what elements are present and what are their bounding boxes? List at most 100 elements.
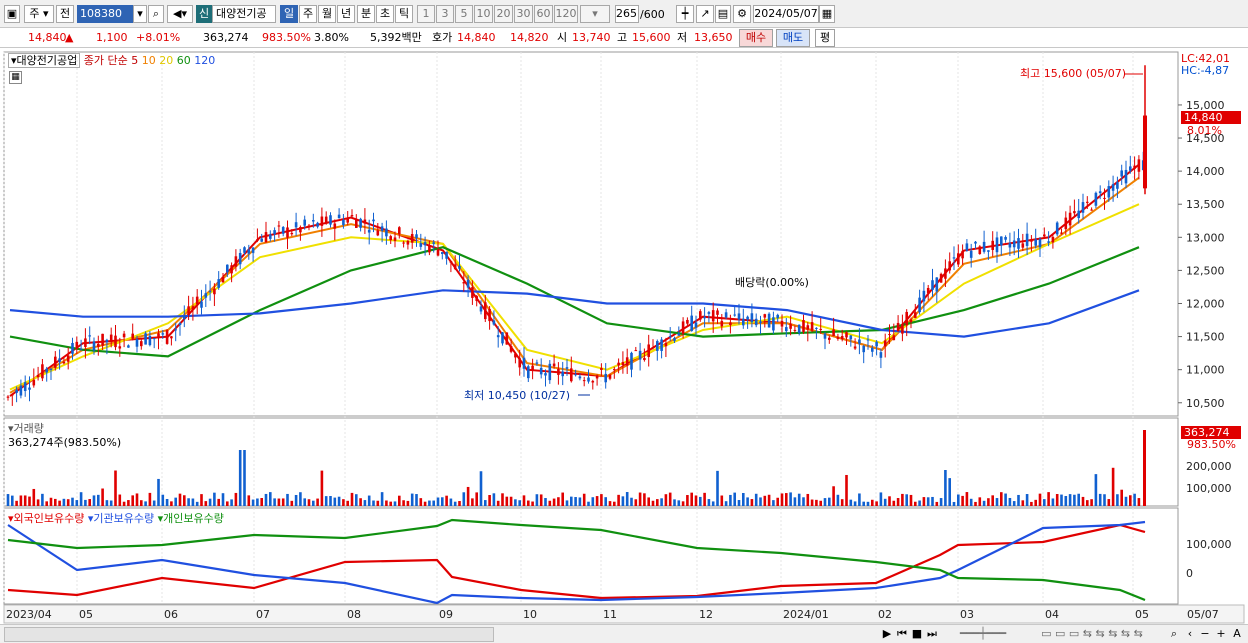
gear-icon[interactable]: ⚙ <box>733 5 751 23</box>
period-month[interactable]: 월 <box>318 5 336 23</box>
candle-body <box>974 241 977 244</box>
candle-body <box>32 379 36 386</box>
interval-20[interactable]: 20 <box>494 5 513 23</box>
buy-button[interactable]: 매수 <box>739 29 773 47</box>
minus-icon[interactable]: − <box>1198 627 1212 642</box>
candle-body <box>410 234 414 243</box>
candle-body <box>393 237 397 241</box>
calendar-icon[interactable]: ▦ <box>819 5 835 23</box>
candle-body <box>281 227 285 234</box>
chevron-left-icon[interactable]: ‹ <box>1183 627 1197 642</box>
candle-body <box>398 227 401 235</box>
candle-body <box>565 367 569 369</box>
volume-bar <box>690 492 693 506</box>
market-select[interactable]: 주 ▾ <box>24 5 54 23</box>
candle-body <box>66 355 70 362</box>
candle-body <box>170 336 173 339</box>
volume-bar <box>54 498 57 506</box>
volume-bar <box>965 492 969 506</box>
volume-bar <box>208 498 212 506</box>
candle-body <box>613 369 616 371</box>
count-input[interactable]: 265 <box>615 5 639 23</box>
rewind-icon[interactable]: ⏮ <box>895 627 909 642</box>
candle-body <box>699 311 702 320</box>
candle-body <box>1034 239 1037 246</box>
volume-bar <box>423 501 427 506</box>
chevron-down-icon[interactable]: ▾ <box>133 5 147 23</box>
x-tick-label: 05 <box>1135 608 1149 621</box>
candle-body <box>363 219 367 224</box>
volume-bar <box>62 498 66 506</box>
interval-120[interactable]: 120 <box>554 5 578 23</box>
period-day[interactable]: 일 <box>280 5 298 23</box>
candle-body <box>918 297 921 313</box>
chart-tools-icons[interactable]: ▭ ▭ ▭ ⇆ ⇆ ⇆ ⇆ ⇆ <box>1022 627 1162 642</box>
volume-bar <box>565 500 569 506</box>
candle-body <box>544 373 547 376</box>
forward-icon[interactable]: ⏭ <box>925 627 939 642</box>
volume-bar <box>776 497 779 506</box>
candle-body <box>664 343 668 347</box>
prev-button[interactable]: 전 <box>56 5 74 23</box>
interval-5[interactable]: 5 <box>455 5 473 23</box>
save-icon[interactable]: ▤ <box>715 5 731 23</box>
new-badge[interactable]: 신 <box>196 5 212 23</box>
period-week[interactable]: 주 <box>299 5 317 23</box>
candle-body <box>6 396 10 398</box>
period-tick[interactable]: 틱 <box>395 5 413 23</box>
eval-button[interactable]: 평 <box>815 29 835 47</box>
interval-60[interactable]: 60 <box>534 5 553 23</box>
axis-icon[interactable]: A <box>1230 627 1244 642</box>
grid-toggle-icon[interactable]: ▦ <box>9 71 22 84</box>
chart-svg[interactable]: 15,00014,50014,00013,50013,00012,50012,0… <box>0 50 1248 624</box>
interval-3[interactable]: 3 <box>436 5 454 23</box>
speaker-icon[interactable]: ◀▾ <box>167 5 193 23</box>
candle-body <box>204 293 208 298</box>
interval-1[interactable]: 1 <box>417 5 435 23</box>
date-input[interactable]: 2024/05/07 <box>753 5 819 23</box>
x-tick-label: 05/07 <box>1187 608 1219 621</box>
volume-bar <box>183 495 186 506</box>
candle-body <box>208 291 212 293</box>
volume-bar <box>527 500 530 506</box>
candle-body <box>656 341 659 351</box>
zoom-slider[interactable]: ━━━┿━━━ <box>948 627 1018 642</box>
period-minute[interactable]: 분 <box>357 5 375 23</box>
play-icon[interactable]: ▶ <box>880 627 894 642</box>
sell-button[interactable]: 매도 <box>776 29 810 47</box>
interval-30[interactable]: 30 <box>514 5 533 23</box>
interval-10[interactable]: 10 <box>474 5 493 23</box>
candle-body <box>952 257 956 259</box>
candle-body <box>522 357 526 369</box>
horizontal-scrollbar[interactable] <box>4 627 494 642</box>
volume-bar <box>187 498 190 506</box>
plus-icon[interactable]: + <box>1214 627 1228 642</box>
volume-value: 363,274주(983.50%) <box>8 436 122 449</box>
volume-bar <box>299 492 302 506</box>
stock-code-input[interactable]: 108380 <box>77 5 133 23</box>
volume-bar <box>896 498 900 506</box>
candle-icon[interactable]: ┿ <box>676 5 694 23</box>
candle-body <box>1073 211 1076 214</box>
candle-body <box>600 368 603 370</box>
volume-bar <box>539 494 543 506</box>
zoom-icon[interactable]: ⌕ <box>1166 627 1182 642</box>
stop-icon[interactable]: ■ <box>910 627 924 642</box>
candle-body <box>1043 234 1046 237</box>
candle-body <box>256 239 259 241</box>
candle-body <box>71 342 74 354</box>
window-icon[interactable]: ▣ <box>4 5 20 23</box>
candle-body <box>673 337 676 341</box>
volume-bar <box>294 494 298 506</box>
x-tick-label: 06 <box>164 608 178 621</box>
trend-icon[interactable]: ↗ <box>696 5 714 23</box>
interval-select[interactable]: ▾ <box>580 5 610 23</box>
candle-body <box>303 219 306 226</box>
period-second[interactable]: 초 <box>376 5 394 23</box>
candle-body <box>238 252 242 265</box>
price-change: 1,100 <box>96 31 128 44</box>
period-year[interactable]: 년 <box>337 5 355 23</box>
candle-body <box>294 222 298 228</box>
volume-bar <box>316 498 319 506</box>
search-icon[interactable]: ⌕ <box>148 5 164 23</box>
